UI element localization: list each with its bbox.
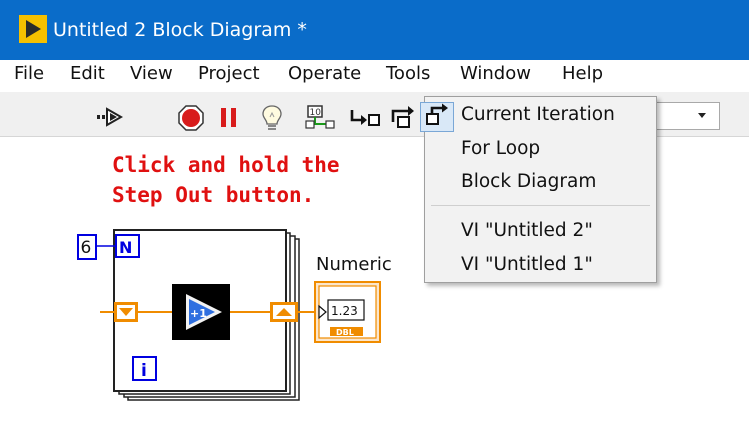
increment-node-label: +1 bbox=[190, 307, 207, 320]
menu-item-for-loop[interactable]: For Loop bbox=[461, 137, 540, 161]
shift-register-left[interactable] bbox=[114, 302, 138, 322]
numeric-indicator-value: 1.23 bbox=[331, 304, 358, 318]
count-terminal-label: N bbox=[119, 238, 132, 257]
count-constant-value: 6 bbox=[81, 238, 92, 258]
step-out-icon[interactable] bbox=[420, 102, 454, 132]
count-terminal[interactable]: N bbox=[115, 234, 140, 258]
menu-item-vi-untitled-2[interactable]: VI "Untitled 2" bbox=[461, 219, 593, 243]
numeric-indicator-type: DBL bbox=[336, 328, 354, 337]
shift-register-right[interactable] bbox=[270, 302, 298, 322]
step-out-dropdown-menu: Current Iteration For Loop Block Diagram… bbox=[424, 96, 657, 283]
numeric-indicator-label: Numeric bbox=[316, 254, 392, 275]
iteration-terminal[interactable]: i bbox=[132, 356, 157, 381]
iteration-terminal-label: i bbox=[141, 361, 147, 381]
count-constant[interactable]: 6 bbox=[77, 234, 97, 260]
menu-item-block-diagram[interactable]: Block Diagram bbox=[461, 170, 596, 194]
menu-separator bbox=[431, 205, 650, 206]
menu-item-current-iteration[interactable]: Current Iteration bbox=[461, 103, 615, 127]
menu-item-vi-untitled-1[interactable]: VI "Untitled 1" bbox=[461, 253, 593, 277]
increment-node[interactable]: +1 bbox=[172, 284, 230, 340]
numeric-indicator[interactable]: 1.23 DBL bbox=[314, 281, 381, 343]
